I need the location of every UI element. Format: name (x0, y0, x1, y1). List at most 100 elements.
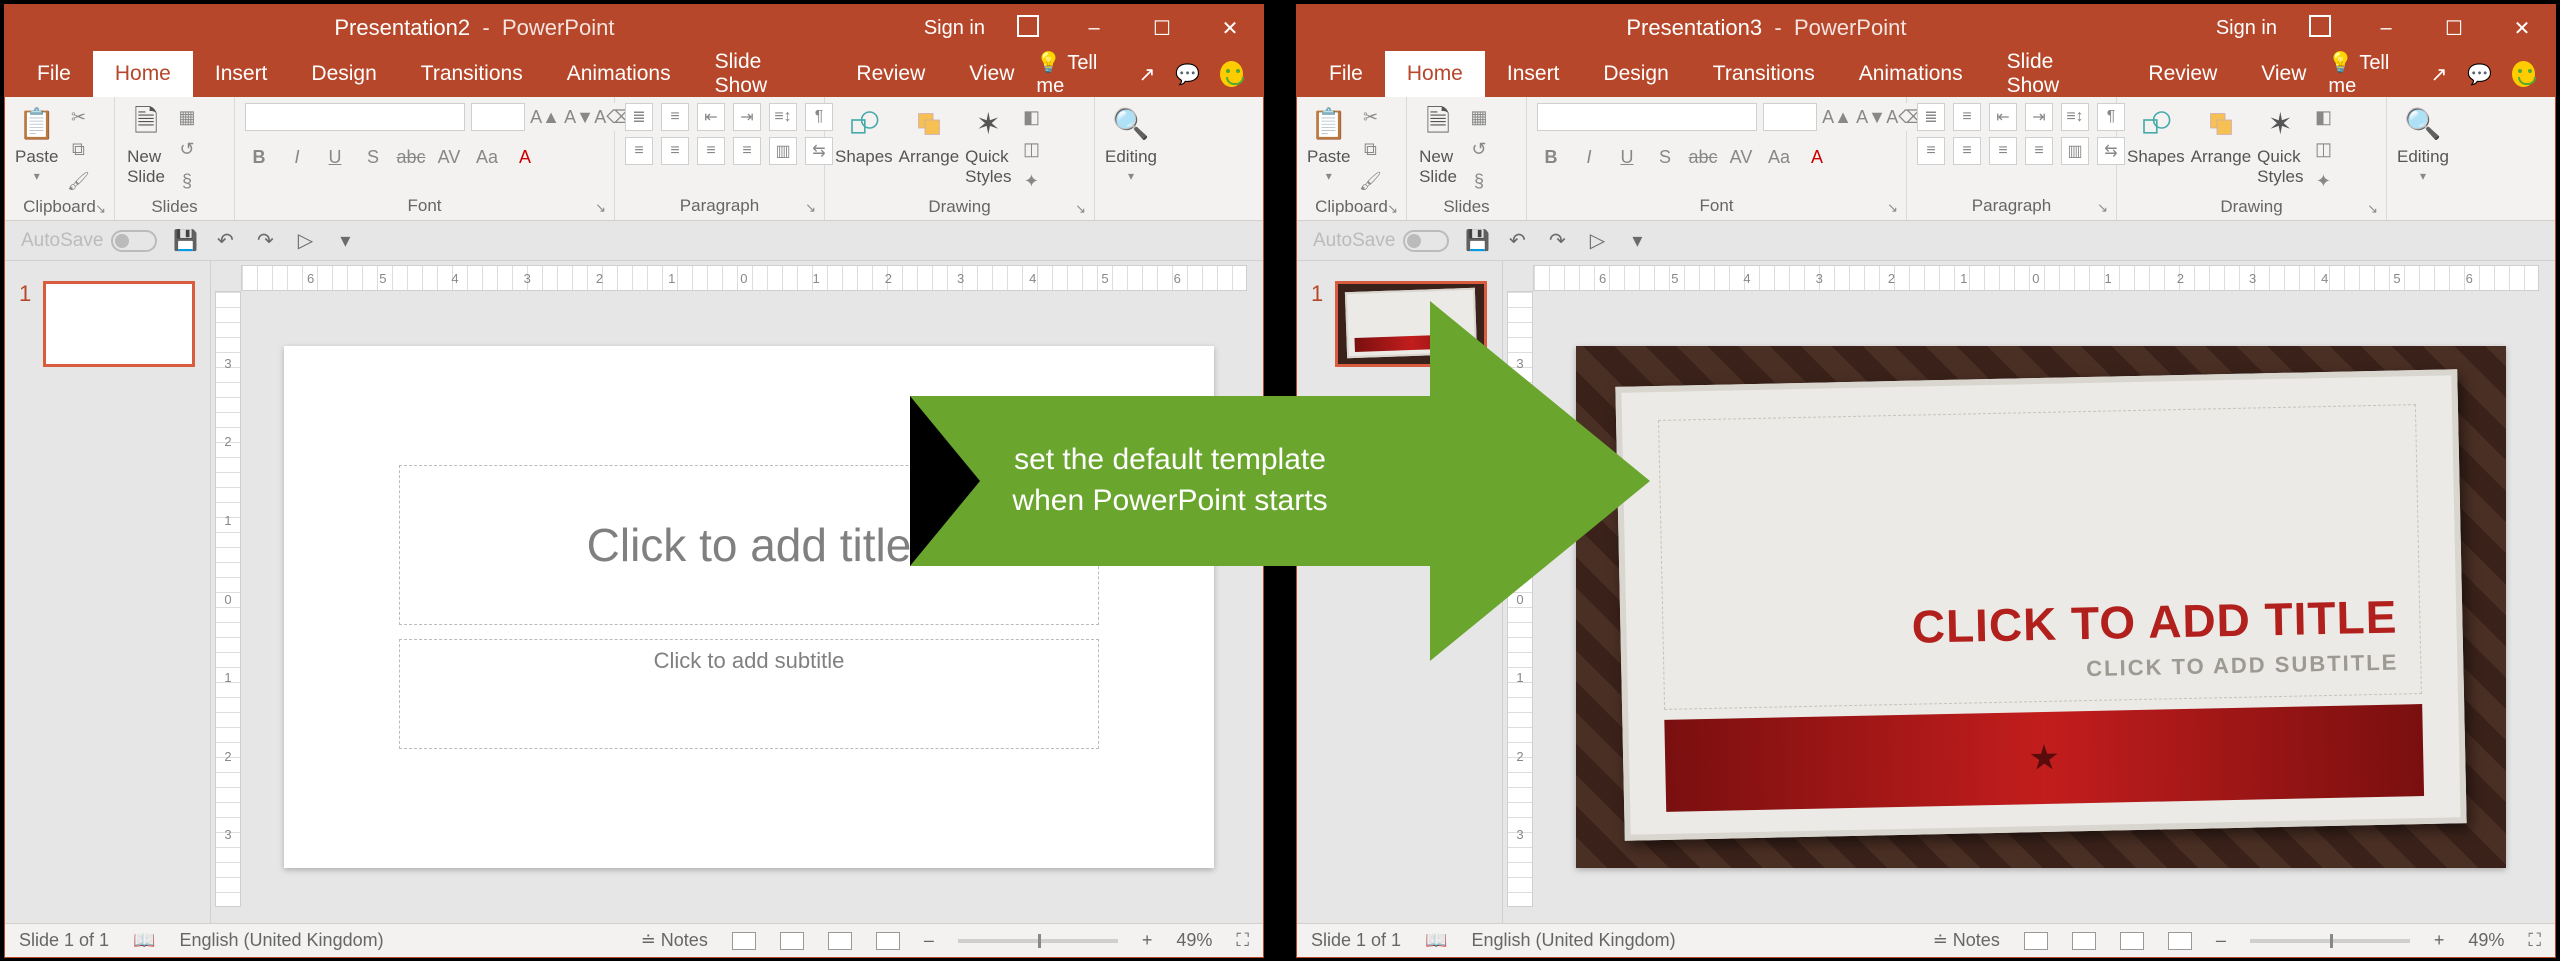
close-button[interactable]: ✕ (1203, 5, 1257, 51)
format-painter-button[interactable]: 🖌 (1356, 167, 1384, 195)
cut-button[interactable]: ✂ (64, 103, 92, 131)
editing-menu[interactable]: 🔍Editing▾ (2397, 103, 2449, 183)
strikethrough-button[interactable]: abc (397, 143, 425, 171)
tab-design[interactable]: Design (289, 51, 398, 97)
undo-button[interactable]: ↶ (1505, 229, 1529, 253)
zoom-in-button[interactable]: + (2434, 930, 2445, 951)
font-color-button[interactable]: A (511, 143, 539, 171)
tab-animations[interactable]: Animations (1837, 51, 1985, 97)
shape-fill-button[interactable]: ◧ (2309, 103, 2337, 131)
launcher-icon[interactable]: ↘ (1887, 200, 1898, 216)
section-button[interactable]: § (173, 167, 201, 195)
italic-button[interactable]: I (283, 143, 311, 171)
increase-font-button[interactable]: A▲ (531, 103, 559, 131)
tab-home[interactable]: Home (93, 51, 193, 97)
align-center-button[interactable]: ≡ (1953, 137, 1981, 165)
quick-styles-button[interactable]: ✶ Quick Styles (965, 103, 1011, 187)
align-right-button[interactable]: ≡ (1989, 137, 2017, 165)
reading-view-button[interactable] (828, 932, 852, 950)
tab-animations[interactable]: Animations (545, 51, 693, 97)
font-color-button[interactable]: A (1803, 143, 1831, 171)
italic-button[interactable]: I (1575, 143, 1603, 171)
sign-in-link[interactable]: Sign in (924, 17, 985, 40)
tab-insert[interactable]: Insert (193, 51, 290, 97)
ribbon-display-options-icon[interactable] (2291, 5, 2345, 51)
launcher-icon[interactable]: ↘ (1075, 201, 1086, 217)
arrange-button[interactable]: Arrange (899, 103, 959, 167)
layout-button[interactable]: ▦ (173, 103, 201, 131)
font-size-combo[interactable] (471, 103, 525, 131)
tab-file[interactable]: File (15, 51, 93, 97)
tab-file[interactable]: File (1307, 51, 1385, 97)
save-button[interactable]: 💾 (1465, 229, 1489, 253)
feedback-smiley-icon[interactable] (1220, 61, 1243, 87)
decrease-font-button[interactable]: A▼ (1857, 103, 1885, 131)
tell-me[interactable]: 💡Tell me (2328, 50, 2410, 98)
autosave-toggle[interactable]: AutoSave (21, 230, 157, 252)
justify-button[interactable]: ≡ (2025, 137, 2053, 165)
notes-toggle[interactable]: ≐ Notes (1933, 930, 2000, 951)
maximize-button[interactable]: ☐ (2427, 5, 2481, 51)
comments-icon[interactable]: 💬 (2467, 62, 2492, 87)
slideshow-view-button[interactable] (2168, 932, 2192, 950)
tab-insert[interactable]: Insert (1485, 51, 1582, 97)
justify-button[interactable]: ≡ (733, 137, 761, 165)
tab-home[interactable]: Home (1385, 51, 1485, 97)
quick-styles-button[interactable]: ✶Quick Styles (2257, 103, 2303, 187)
increase-font-button[interactable]: A▲ (1823, 103, 1851, 131)
sorter-view-button[interactable] (780, 932, 804, 950)
shapes-gallery[interactable]: Shapes (2127, 103, 2185, 167)
cut-button[interactable]: ✂ (1356, 103, 1384, 131)
minimize-button[interactable]: – (1067, 5, 1121, 51)
increase-indent-button[interactable]: ⇥ (2025, 103, 2053, 131)
close-button[interactable]: ✕ (2495, 5, 2549, 51)
slideshow-view-button[interactable] (876, 932, 900, 950)
start-from-beginning-button[interactable]: ▷ (1585, 229, 1609, 253)
shape-outline-button[interactable]: ◫ (2309, 135, 2337, 163)
title-placeholder[interactable]: CLICK TO ADD TITLE (1911, 590, 2398, 654)
redo-button[interactable]: ↷ (1545, 229, 1569, 253)
spellcheck-icon[interactable]: 📖 (133, 930, 155, 951)
copy-button[interactable]: ⧉ (1356, 135, 1384, 163)
language-indicator[interactable]: English (United Kingdom) (179, 930, 383, 951)
launcher-icon[interactable]: ↘ (595, 200, 606, 216)
shapes-gallery[interactable]: Shapes (835, 103, 893, 167)
slide-thumbnail-1[interactable] (43, 281, 195, 367)
fit-to-window-button[interactable]: ⛶ (2528, 930, 2541, 951)
zoom-out-button[interactable]: – (924, 930, 934, 951)
zoom-out-button[interactable]: – (2216, 930, 2226, 951)
increase-indent-button[interactable]: ⇥ (733, 103, 761, 131)
tab-slideshow[interactable]: Slide Show (693, 51, 835, 97)
columns-button[interactable]: ▥ (2061, 137, 2089, 165)
zoom-slider[interactable] (2250, 939, 2410, 943)
reset-button[interactable]: ↺ (1465, 135, 1493, 163)
font-size-combo[interactable] (1763, 103, 1817, 131)
launcher-icon[interactable]: ↘ (95, 201, 106, 217)
zoom-percent[interactable]: 49% (1176, 930, 1212, 951)
qat-customize-icon[interactable]: ▾ (333, 229, 357, 253)
new-slide-button[interactable]: 🗎 New Slide (125, 103, 167, 187)
section-button[interactable]: § (1465, 167, 1493, 195)
bold-button[interactable]: B (245, 143, 273, 171)
language-indicator[interactable]: English (United Kingdom) (1471, 930, 1675, 951)
numbering-button[interactable]: ≡ (661, 103, 689, 131)
sign-in-link[interactable]: Sign in (2216, 17, 2277, 40)
decrease-font-button[interactable]: A▼ (565, 103, 593, 131)
notes-toggle[interactable]: ≐ Notes (641, 930, 708, 951)
tab-transitions[interactable]: Transitions (1691, 51, 1837, 97)
strikethrough-button[interactable]: abc (1689, 143, 1717, 171)
paste-button[interactable]: 📋 Paste▾ (15, 103, 58, 183)
tab-design[interactable]: Design (1581, 51, 1690, 97)
sorter-view-button[interactable] (2072, 932, 2096, 950)
decrease-indent-button[interactable]: ⇤ (697, 103, 725, 131)
launcher-icon[interactable]: ↘ (2367, 201, 2378, 217)
decrease-indent-button[interactable]: ⇤ (1989, 103, 2017, 131)
arrange-button[interactable]: Arrange (2191, 103, 2251, 167)
tab-review[interactable]: Review (2126, 51, 2239, 97)
align-left-button[interactable]: ≡ (1917, 137, 1945, 165)
change-case-button[interactable]: Aa (473, 143, 501, 171)
format-painter-button[interactable]: 🖌 (64, 167, 92, 195)
layout-button[interactable]: ▦ (1465, 103, 1493, 131)
text-shadow-button[interactable]: S (1651, 143, 1679, 171)
line-spacing-button[interactable]: ≡↕ (769, 103, 797, 131)
